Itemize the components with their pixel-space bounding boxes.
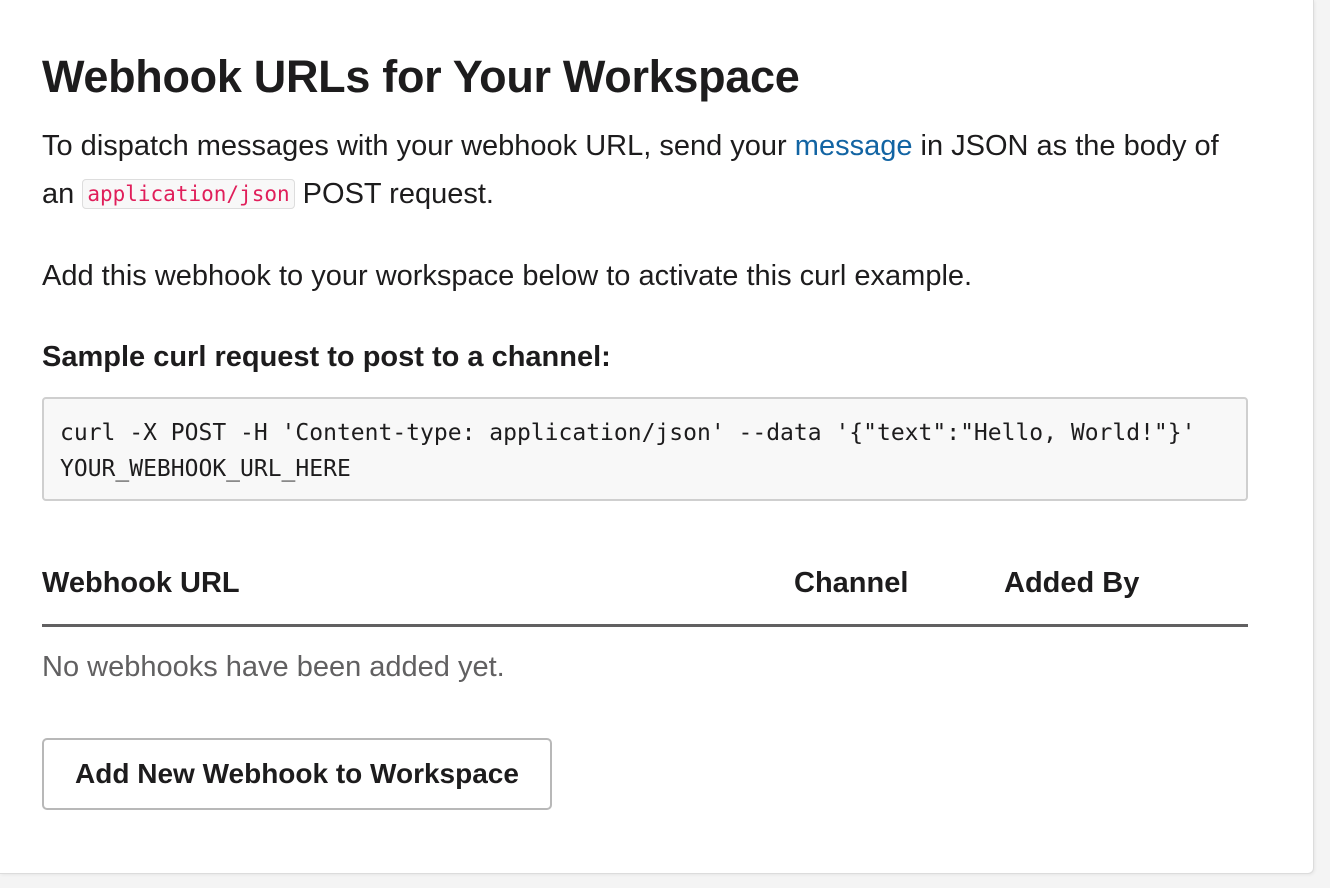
column-header-added-by: Added By bbox=[1004, 567, 1140, 599]
intro-paragraph: To dispatch messages with your webhook U… bbox=[42, 122, 1222, 220]
activate-note: Add this webhook to your workspace below… bbox=[42, 260, 973, 292]
intro-text-end: POST request. bbox=[294, 178, 494, 210]
sample-curl-code: curl -X POST -H 'Content-type: applicati… bbox=[42, 397, 1248, 501]
column-header-channel: Channel bbox=[794, 567, 909, 599]
page-title: Webhook URLs for Your Workspace bbox=[42, 51, 800, 102]
column-header-webhook-url: Webhook URL bbox=[42, 567, 240, 599]
intro-text-start: To dispatch messages with your webhook U… bbox=[42, 130, 795, 162]
empty-webhooks-message: No webhooks have been added yet. bbox=[42, 651, 505, 683]
add-webhook-button[interactable]: Add New Webhook to Workspace bbox=[42, 738, 552, 810]
message-link[interactable]: message bbox=[795, 130, 913, 162]
webhooks-table-header: Webhook URL Channel Added By bbox=[42, 560, 1248, 627]
webhooks-panel: Webhook URLs for Your Workspace To dispa… bbox=[0, 0, 1314, 874]
content-type-code: application/json bbox=[82, 179, 295, 209]
sample-curl-heading: Sample curl request to post to a channel… bbox=[42, 341, 611, 373]
